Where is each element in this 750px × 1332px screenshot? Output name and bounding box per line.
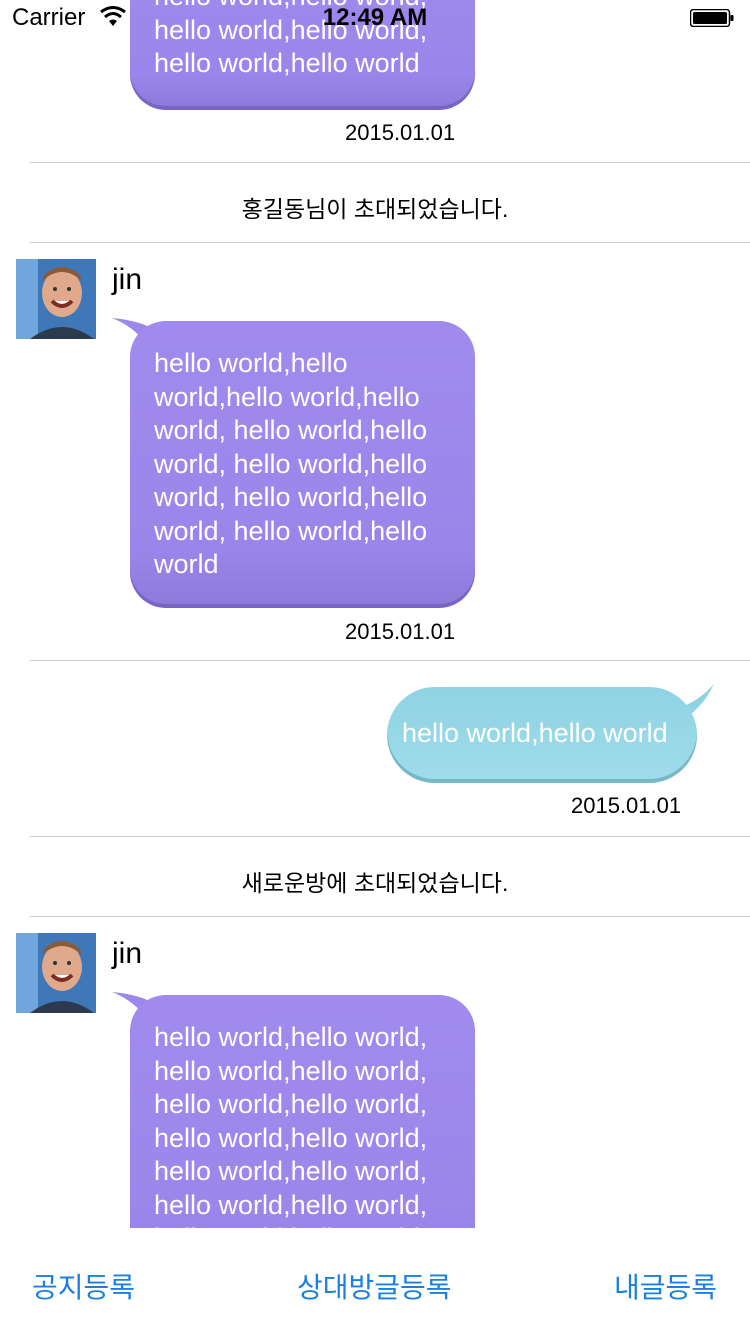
chat-list[interactable]: hello world,hello world, hello world,hel… [0, 0, 750, 1228]
avatar[interactable] [16, 933, 96, 1013]
message-bubble-received[interactable]: hello world,hello world, hello world,hel… [130, 995, 475, 1228]
divider [30, 836, 750, 837]
sender-name: jin [112, 937, 143, 970]
system-notice: 홍길동님이 초대되었습니다. [241, 196, 509, 222]
avatar[interactable] [16, 259, 96, 339]
notice-register-button[interactable]: 공지등록 [32, 1266, 135, 1306]
divider [30, 916, 750, 917]
status-bar: Carrier 12:49 AM [0, 0, 750, 40]
other-post-register-button[interactable]: 상대방글등록 [297, 1266, 452, 1306]
battery-icon [690, 9, 734, 27]
message-timestamp: 2015.01.01 [345, 619, 456, 644]
message-bubble-received[interactable]: hello world,hello world,hello world,hell… [130, 321, 475, 608]
message-text: hello world,hello world, hello world,hel… [154, 1022, 428, 1228]
divider [30, 660, 750, 661]
message-text: hello world,hello world [402, 718, 668, 748]
message-timestamp: 2015.01.01 [345, 120, 456, 145]
my-post-register-button[interactable]: 내글등록 [614, 1266, 717, 1306]
divider [30, 162, 750, 163]
bottom-toolbar: 공지등록 상대방글등록 내글등록 [0, 1228, 750, 1332]
divider [30, 242, 750, 243]
clock: 12:49 AM [322, 4, 428, 31]
message-timestamp: 2015.01.01 [571, 793, 682, 818]
system-notice: 새로운방에 초대되었습니다. [241, 870, 509, 896]
message-text: hello world,hello world,hello world,hell… [154, 348, 428, 579]
message-bubble-sent[interactable]: hello world,hello world [387, 687, 697, 783]
sender-name: jin [112, 263, 143, 296]
